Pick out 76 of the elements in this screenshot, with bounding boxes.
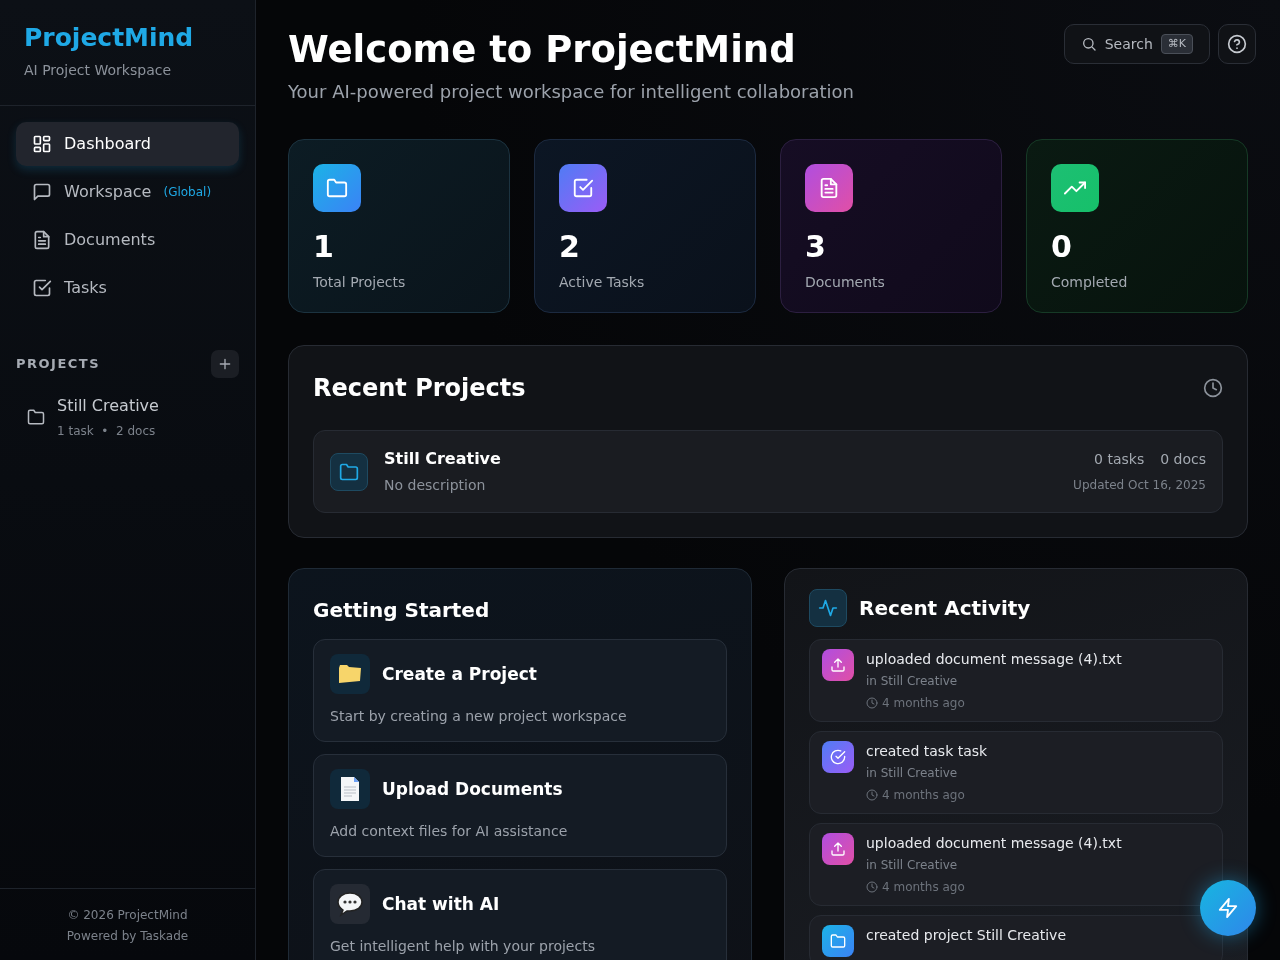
search-button[interactable]: Search ⌘K [1063,24,1210,64]
page-title: Welcome to ProjectMind [288,28,796,71]
activity-project: in Still Creative [866,858,958,873]
page-subtitle: Your AI-powered project workspace for intelligent collaboration [288,81,854,103]
activity-time: 4 months ago [882,787,965,805]
stat-label: Active Tasks [559,274,645,291]
document-icon [339,776,361,803]
chat-icon [32,181,52,202]
updated-date: Updated Oct 16, 2025 [1073,478,1206,493]
nav-item[interactable]: Documents [16,217,239,262]
folder-icon [326,177,348,200]
stat-value: 1 [313,229,334,265]
activity-time: 4 months ago [882,695,965,713]
activity-item[interactable]: uploaded document message (4).txt in Still Creative 4 months ago [809,823,1223,907]
card-description: Start by creating a new project workspace [330,708,627,725]
dashboard-icon [32,133,52,154]
getting-started-card[interactable]: Create a Project Start by creating a new project workspace [313,639,727,743]
activity-item[interactable]: created project Still Creative [809,915,1223,960]
speech-bubble-icon [336,891,364,918]
pulse-icon [818,598,838,619]
activity-item[interactable]: created task task in Still Creative 4 months ago [809,731,1223,815]
activity-text: created project Still Creative [866,927,1066,944]
search-icon [1080,36,1097,52]
stat-label: Completed [1051,274,1128,291]
nav-item[interactable]: Tasks [16,265,239,310]
section-heading: PROJECTS [16,354,101,373]
nav-item[interactable]: Dashboard [16,121,239,166]
folder-icon [339,461,359,482]
project-item[interactable]: Still Creative 1 task • 2 docs [0,387,255,446]
activity-text: uploaded document message (4).txt [866,651,1122,668]
help-button[interactable] [1218,24,1256,64]
clock-icon [866,697,878,710]
doc-count: 0 docs [1160,451,1206,468]
stat-label: Documents [805,274,885,291]
folder-icon [27,407,45,426]
project-row[interactable]: Still Creative No description 0 tasks 0 docs Updated Oct 16, 2025 [313,430,1223,514]
clock-icon [866,789,878,802]
activity-project: in Still Creative [866,674,958,689]
help-icon [1227,34,1247,54]
checkbox-icon [572,177,594,200]
brand-logo[interactable]: ProjectMind [24,23,194,52]
activity-text: uploaded document message (4).txt [866,835,1122,852]
panel-title: Getting Started [313,598,490,623]
document-icon [818,177,840,200]
getting-started-card[interactable]: Upload Documents Add context files for AI assistance [313,754,727,858]
card-description: Add context files for AI assistance [330,823,568,840]
activity-text: created task task [866,743,988,760]
nav-item[interactable]: Workspace (Global) [16,169,239,214]
panel-title: Recent Projects [313,373,526,405]
task-count: 0 tasks [1094,451,1145,468]
panel-title: Recent Activity [859,595,1031,623]
lightning-icon [1217,897,1239,919]
clock-icon [866,881,878,894]
project-name: Still Creative [384,449,501,469]
add-project-button[interactable] [211,349,239,378]
stat-label: Total Projects [313,274,406,291]
project-description: No description [384,477,486,494]
activity-project: in Still Creative [866,766,958,781]
upload-icon [830,841,846,858]
document-icon [32,229,52,250]
stat-value: 3 [805,229,826,265]
getting-started-card[interactable]: Chat with AI Get intelligent help with your projects [313,869,727,960]
activity-item[interactable]: uploaded document message (4).txt in Still Creative 4 months ago [809,639,1223,723]
footer-text: © 2026 ProjectMind [67,908,188,923]
stat-value: 0 [1051,229,1072,265]
footer-text: Powered by Taskade [66,928,189,943]
brand-tagline: AI Project Workspace [24,61,172,78]
upload-icon [830,657,846,674]
stat-value: 2 [559,229,580,265]
activity-time: 4 months ago [882,879,965,897]
clock-icon [1203,378,1223,399]
check-circle-icon [830,749,846,766]
checkbox-icon [32,277,52,298]
folder-icon [337,663,363,686]
folder-icon [830,933,846,950]
card-description: Get intelligent help with your projects [330,938,595,955]
